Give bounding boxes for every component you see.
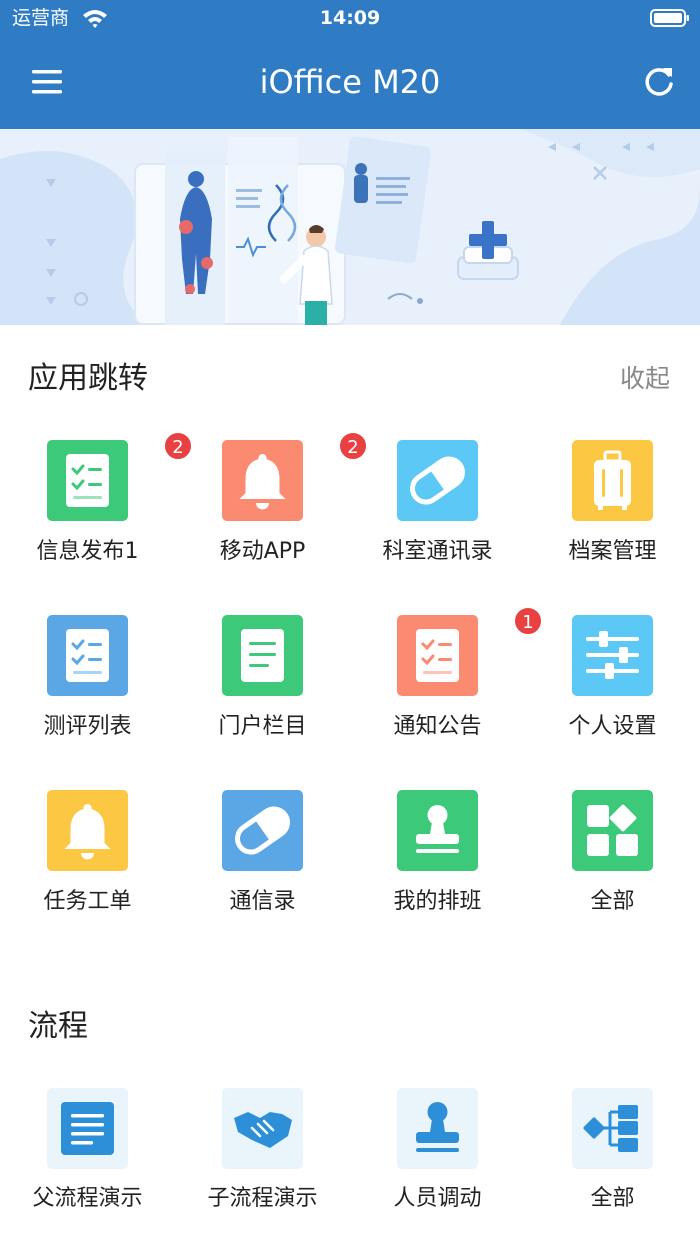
flow-section-title: 流程 [28, 1009, 88, 1044]
app-item-contacts[interactable]: 通信录 [175, 790, 350, 950]
app-header: 运营商 14:09 iOffice M20 [0, 0, 700, 129]
flow-label: 人员调动 [393, 1186, 482, 1211]
document-icon [241, 629, 284, 682]
app-label: 个人设置 [568, 714, 657, 739]
status-bar: 运营商 14:09 [0, 0, 700, 38]
app-item-portal-columns[interactable]: 门户栏目 [175, 615, 350, 775]
app-label: 全部 [590, 889, 635, 914]
battery-icon [650, 9, 689, 27]
app-label: 通信录 [229, 889, 296, 914]
flow-tile [572, 1088, 653, 1169]
app-item-my-schedule[interactable]: 我的排班 [350, 790, 525, 950]
app-item-evaluation-list[interactable]: 测评列表 [0, 615, 175, 775]
app-item-notice-board[interactable]: 1 通知公告 [350, 606, 543, 775]
flow-tile [222, 1088, 303, 1169]
app-label: 测评列表 [43, 714, 132, 739]
app-tile [572, 790, 653, 871]
sliders-icon [586, 631, 639, 679]
suitcase-icon [594, 450, 631, 510]
app-tile [397, 440, 478, 521]
handshake-icon [234, 1112, 292, 1148]
app-label: 我的排班 [393, 889, 482, 914]
app-tile [397, 790, 478, 871]
app-tile [572, 440, 653, 521]
stamp-icon [416, 805, 459, 853]
app-tile: 1 [397, 606, 543, 696]
medical-illustration [0, 129, 700, 325]
stamp-icon [416, 1102, 459, 1152]
app-label: 信息发布1 [36, 539, 139, 564]
flowchart-icon [583, 1105, 638, 1152]
flow-item-child-flow-demo[interactable]: 子流程演示 [175, 1088, 350, 1228]
app-item-task-tickets[interactable]: 任务工单 [0, 790, 175, 950]
flow-label: 父流程演示 [32, 1186, 143, 1211]
flow-item-staff-transfer[interactable]: 人员调动 [350, 1088, 525, 1228]
app-tile: 2 [47, 431, 193, 521]
app-tile [572, 615, 653, 696]
refresh-icon[interactable] [638, 62, 680, 102]
app-tile [47, 615, 128, 696]
app-label: 通知公告 [393, 714, 482, 739]
app-label: 移动APP [219, 539, 306, 564]
grid-icon [587, 804, 638, 856]
app-label: 任务工单 [43, 889, 132, 914]
app-label: 门户栏目 [218, 714, 307, 739]
flow-tile [397, 1088, 478, 1169]
app-item-info-publish[interactable]: 2 信息发布1 [0, 431, 193, 600]
app-label: 科室通讯录 [382, 539, 493, 564]
medical-banner [0, 129, 700, 325]
document-icon [61, 1102, 114, 1155]
clock-time: 14:09 [319, 7, 381, 29]
pill-icon [410, 456, 465, 505]
app-item-dept-contacts[interactable]: 科室通讯录 [350, 440, 525, 600]
app-tile [47, 790, 128, 871]
bell-icon [239, 454, 286, 510]
app-tile [222, 790, 303, 871]
checklist-icon [66, 454, 109, 507]
app-item-mobile-app[interactable]: 2 移动APP [175, 431, 368, 600]
app-item-archive-mgmt[interactable]: 档案管理 [525, 440, 700, 600]
app-item-all-apps[interactable]: 全部 [525, 790, 700, 950]
bell-icon [64, 804, 111, 860]
checklist-icon [66, 629, 109, 682]
app-tile [222, 615, 303, 696]
checklist-icon [416, 629, 459, 682]
app-label: 档案管理 [568, 539, 657, 564]
collapse-button[interactable]: 收起 [620, 362, 670, 396]
apps-section-title: 应用跳转 [28, 361, 148, 396]
flow-item-parent-flow-demo[interactable]: 父流程演示 [0, 1088, 175, 1228]
pill-icon [235, 806, 290, 855]
flow-label: 全部 [590, 1186, 635, 1211]
page-title: iOffice M20 [259, 63, 441, 101]
app-tile: 2 [222, 431, 368, 521]
app-item-personal-settings[interactable]: 个人设置 [525, 615, 700, 775]
flow-label: 子流程演示 [207, 1186, 318, 1211]
flow-item-all-flows[interactable]: 全部 [525, 1088, 700, 1228]
flow-tile [47, 1088, 128, 1169]
